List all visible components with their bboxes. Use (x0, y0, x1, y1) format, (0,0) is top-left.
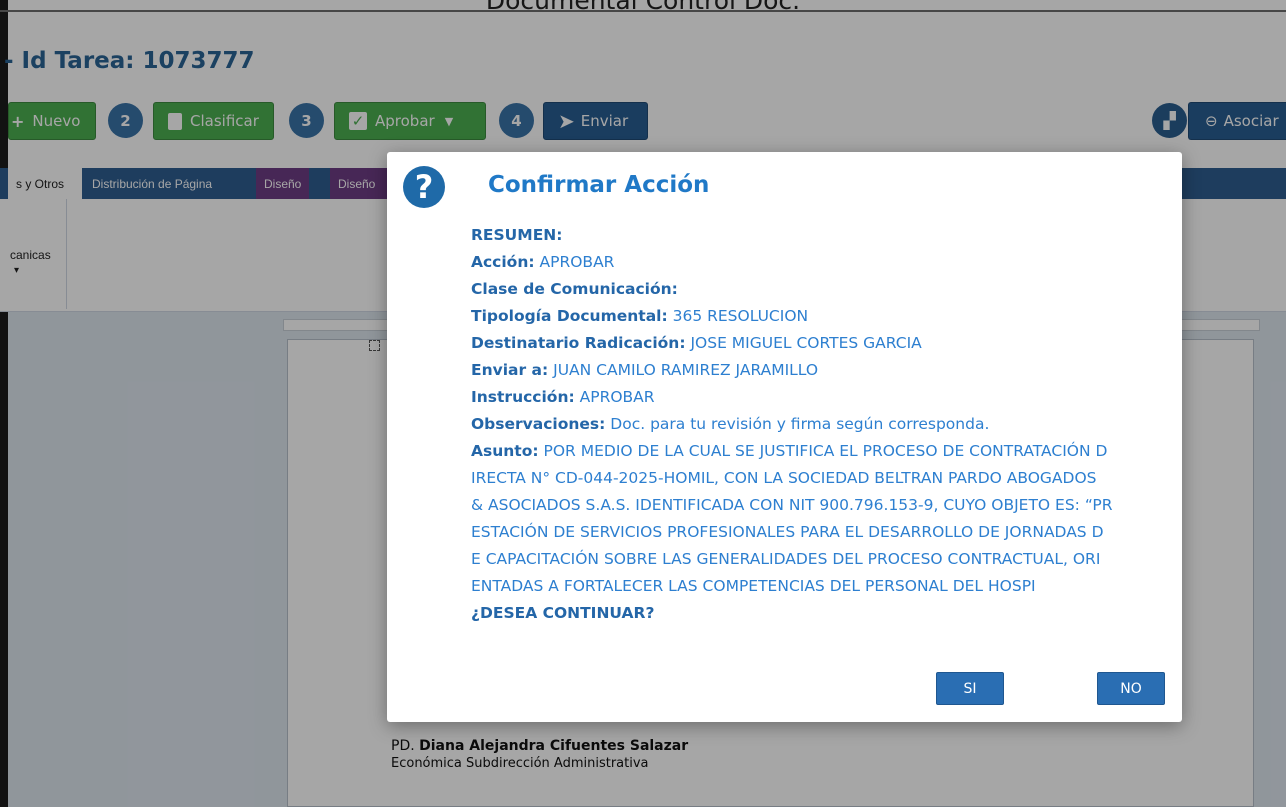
field-document-type: Tipología Documental: 365 RESOLUCION (471, 307, 809, 325)
question-icon: ? (403, 166, 445, 208)
subject-line: E CAPACITACIÓN SOBRE LAS GENERALIDADES D… (471, 550, 1101, 568)
field-recipient: Destinatario Radicación: JOSE MIGUEL COR… (471, 334, 922, 352)
subject-line: IRECTA N° CD-044-2025-HOMIL, CON LA SOCI… (471, 469, 1097, 487)
dialog-title: Confirmar Acción (488, 172, 710, 198)
no-button[interactable]: NO (1097, 672, 1165, 705)
field-action: Acción: APROBAR (471, 253, 615, 271)
summary-heading: RESUMEN: (471, 226, 563, 244)
dialog-summary: RESUMEN: Acción: APROBAR Clase de Comuni… (471, 222, 1171, 627)
field-instruction: Instrucción: APROBAR (471, 388, 655, 406)
confirm-dialog: ? Confirmar Acción RESUMEN: Acción: APRO… (387, 152, 1182, 722)
subject-line: ESTACIÓN DE SERVICIOS PROFESIONALES PARA… (471, 523, 1104, 541)
continue-question: ¿DESEA CONTINUAR? (471, 604, 655, 622)
field-observations: Observaciones: Doc. para tu revisión y f… (471, 415, 990, 433)
field-subject: Asunto: POR MEDIO DE LA CUAL SE JUSTIFIC… (471, 442, 1108, 460)
field-communication-class: Clase de Comunicación: (471, 280, 678, 298)
subject-line: ENTADAS A FORTALECER LAS COMPETENCIAS DE… (471, 577, 1036, 595)
field-send-to: Enviar a: JUAN CAMILO RAMIREZ JARAMILLO (471, 361, 819, 379)
yes-button[interactable]: SI (936, 672, 1004, 705)
subject-line: & ASOCIADOS S.A.S. IDENTIFICADA CON NIT … (471, 496, 1113, 514)
